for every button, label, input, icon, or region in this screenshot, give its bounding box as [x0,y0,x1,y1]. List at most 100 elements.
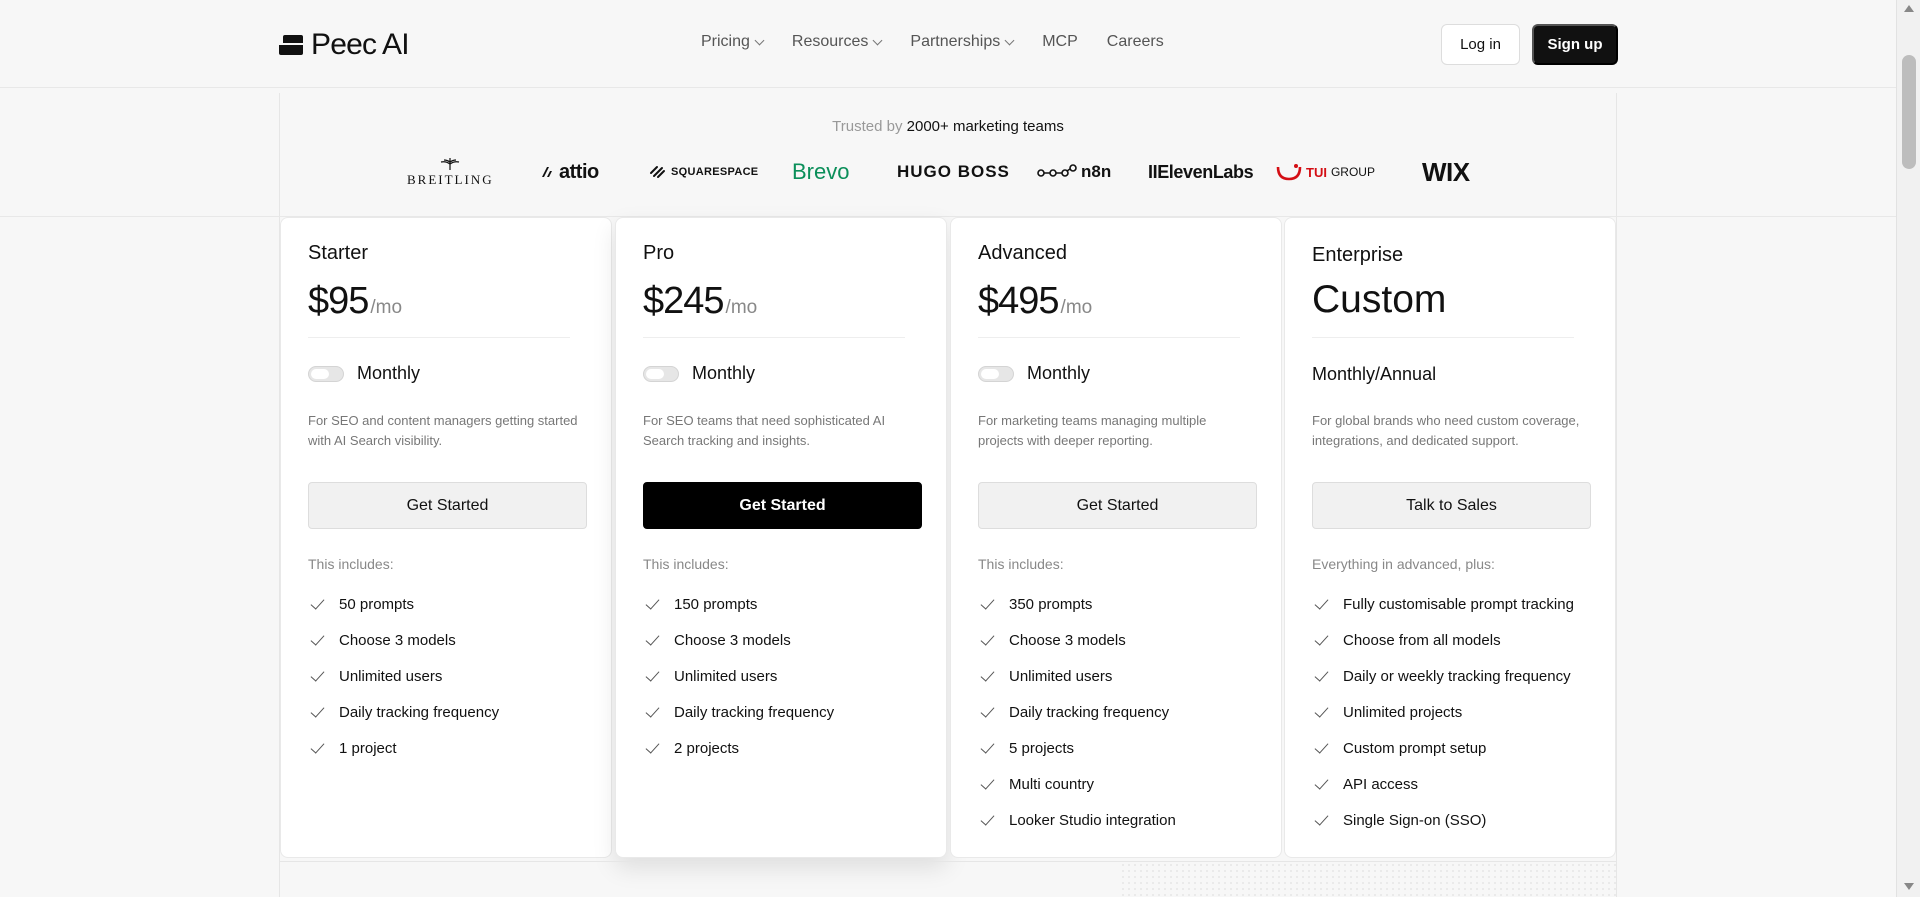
peec-logo-icon [279,33,303,57]
billing-toggle[interactable] [643,365,679,382]
tui-smile-icon [1276,164,1302,181]
attio-logo: attio [540,156,599,188]
chevron-down-icon [754,35,765,45]
plan-card-enterprise: Enterprise Custom Monthly/Annual For glo… [1284,217,1616,858]
includes-heading: This includes: [978,556,1064,572]
plan-name: Starter [308,242,369,264]
check-icon [1312,739,1330,757]
nav-careers[interactable]: Careers [1107,33,1164,51]
plan-description: For SEO teams that need sophisticated AI… [643,413,886,448]
billing-toggle[interactable] [978,365,1014,382]
feature-item: 5 projects [978,730,1176,766]
plan-price: $495/mo [978,280,1093,322]
feature-item: Custom prompt setup [1312,730,1574,766]
n8n-logo: n8n [1037,156,1111,188]
feature-item: Choose 3 models [643,622,834,658]
nav-partnerships[interactable]: Partnerships [910,33,1015,51]
feature-item: Choose from all models [1312,622,1574,658]
feature-item: Daily tracking frequency [308,694,499,730]
feature-item: Choose 3 models [978,622,1176,658]
login-button[interactable]: Log in [1441,24,1520,65]
feature-item: API access [1312,766,1574,802]
nav-pricing[interactable]: Pricing [701,33,765,51]
check-icon [978,811,996,829]
divider [308,337,570,338]
billing-label: Monthly/Annual [1312,364,1437,384]
main-nav: Pricing Resources Partnerships MCP Caree… [701,33,1193,51]
dot-pattern-decoration [1120,862,1617,897]
nav-mcp-label: MCP [1042,33,1078,50]
check-icon [643,739,661,757]
vertical-scrollbar[interactable] [1896,0,1920,897]
divider [978,337,1240,338]
brand-name: Peec AI [311,28,410,61]
feature-item: Single Sign-on (SSO) [1312,802,1574,838]
signup-button[interactable]: Sign up [1532,24,1618,65]
breitling-logo: BREITLING [407,156,494,188]
check-icon [308,703,326,721]
feature-item: 2 projects [643,730,834,766]
check-icon [1312,811,1330,829]
nav-resources-label: Resources [791,33,869,50]
trusted-highlight: 2000+ marketing teams [906,118,1064,135]
check-icon [978,739,996,757]
elevenlabs-logo: IIElevenLabs [1148,161,1254,182]
scroll-down-arrow-icon[interactable] [1904,883,1914,890]
feature-item: 350 prompts [978,586,1176,622]
check-icon [978,595,996,613]
feature-item: 50 prompts [308,586,499,622]
get-started-button[interactable]: Get Started [643,482,922,529]
hugo-boss-logo: HUGO BOSS [897,162,1010,181]
feature-list: 350 prompts Choose 3 models Unlimited us… [978,586,1176,838]
feature-item: Daily or weekly tracking frequency [1312,658,1574,694]
plan-card-advanced: Advanced $495/mo Monthly For marketing t… [950,217,1282,858]
get-started-button[interactable]: Get Started [978,482,1257,529]
feature-item: 150 prompts [643,586,834,622]
check-icon [978,631,996,649]
plan-price: $245/mo [643,280,758,322]
get-started-button[interactable]: Get Started [308,482,587,529]
check-icon [643,631,661,649]
check-icon [1312,631,1330,649]
check-icon [1312,595,1330,613]
billing-toggle[interactable] [308,365,344,382]
squarespace-mark-icon [650,166,665,178]
check-icon [1312,667,1330,685]
feature-item: Choose 3 models [308,622,499,658]
tui-group-logo: TUI GROUP [1276,156,1375,188]
check-icon [308,631,326,649]
check-icon [978,667,996,685]
includes-heading: This includes: [308,556,394,572]
brand-logo[interactable]: Peec AI [279,28,410,62]
nav-careers-label: Careers [1106,33,1164,50]
plan-card-pro: Pro $245/mo Monthly For SEO teams that n… [615,217,947,858]
brevo-logo: Brevo [792,159,850,184]
scrollbar-thumb[interactable] [1902,55,1916,169]
plan-description: For SEO and content managers getting sta… [308,413,578,448]
feature-item: 1 project [308,730,499,766]
chevron-down-icon [872,35,883,45]
check-icon [978,703,996,721]
trusted-band [0,93,1896,217]
feature-item: Unlimited users [308,658,499,694]
nav-resources[interactable]: Resources [791,33,883,51]
billing-toggle-row: Monthly [643,363,755,384]
feature-item: Unlimited projects [1312,694,1574,730]
talk-to-sales-button[interactable]: Talk to Sales [1312,482,1591,529]
scroll-up-arrow-icon[interactable] [1904,5,1914,12]
plan-name: Enterprise [1312,244,1404,266]
customer-logos: BREITLING attio SQUARESPACE Brevo HUGO B… [0,156,1896,188]
check-icon [308,595,326,613]
nav-mcp[interactable]: MCP [1042,33,1078,51]
check-icon [643,667,661,685]
feature-item: Daily tracking frequency [643,694,834,730]
billing-toggle-row: Monthly [978,363,1090,384]
squarespace-logo: SQUARESPACE [649,156,758,188]
check-icon [978,775,996,793]
feature-item: Unlimited users [643,658,834,694]
plan-name: Advanced [978,242,1067,264]
feature-item: Unlimited users [978,658,1176,694]
feature-item: Looker Studio integration [978,802,1176,838]
divider [1312,337,1574,338]
includes-heading: This includes: [643,556,729,572]
